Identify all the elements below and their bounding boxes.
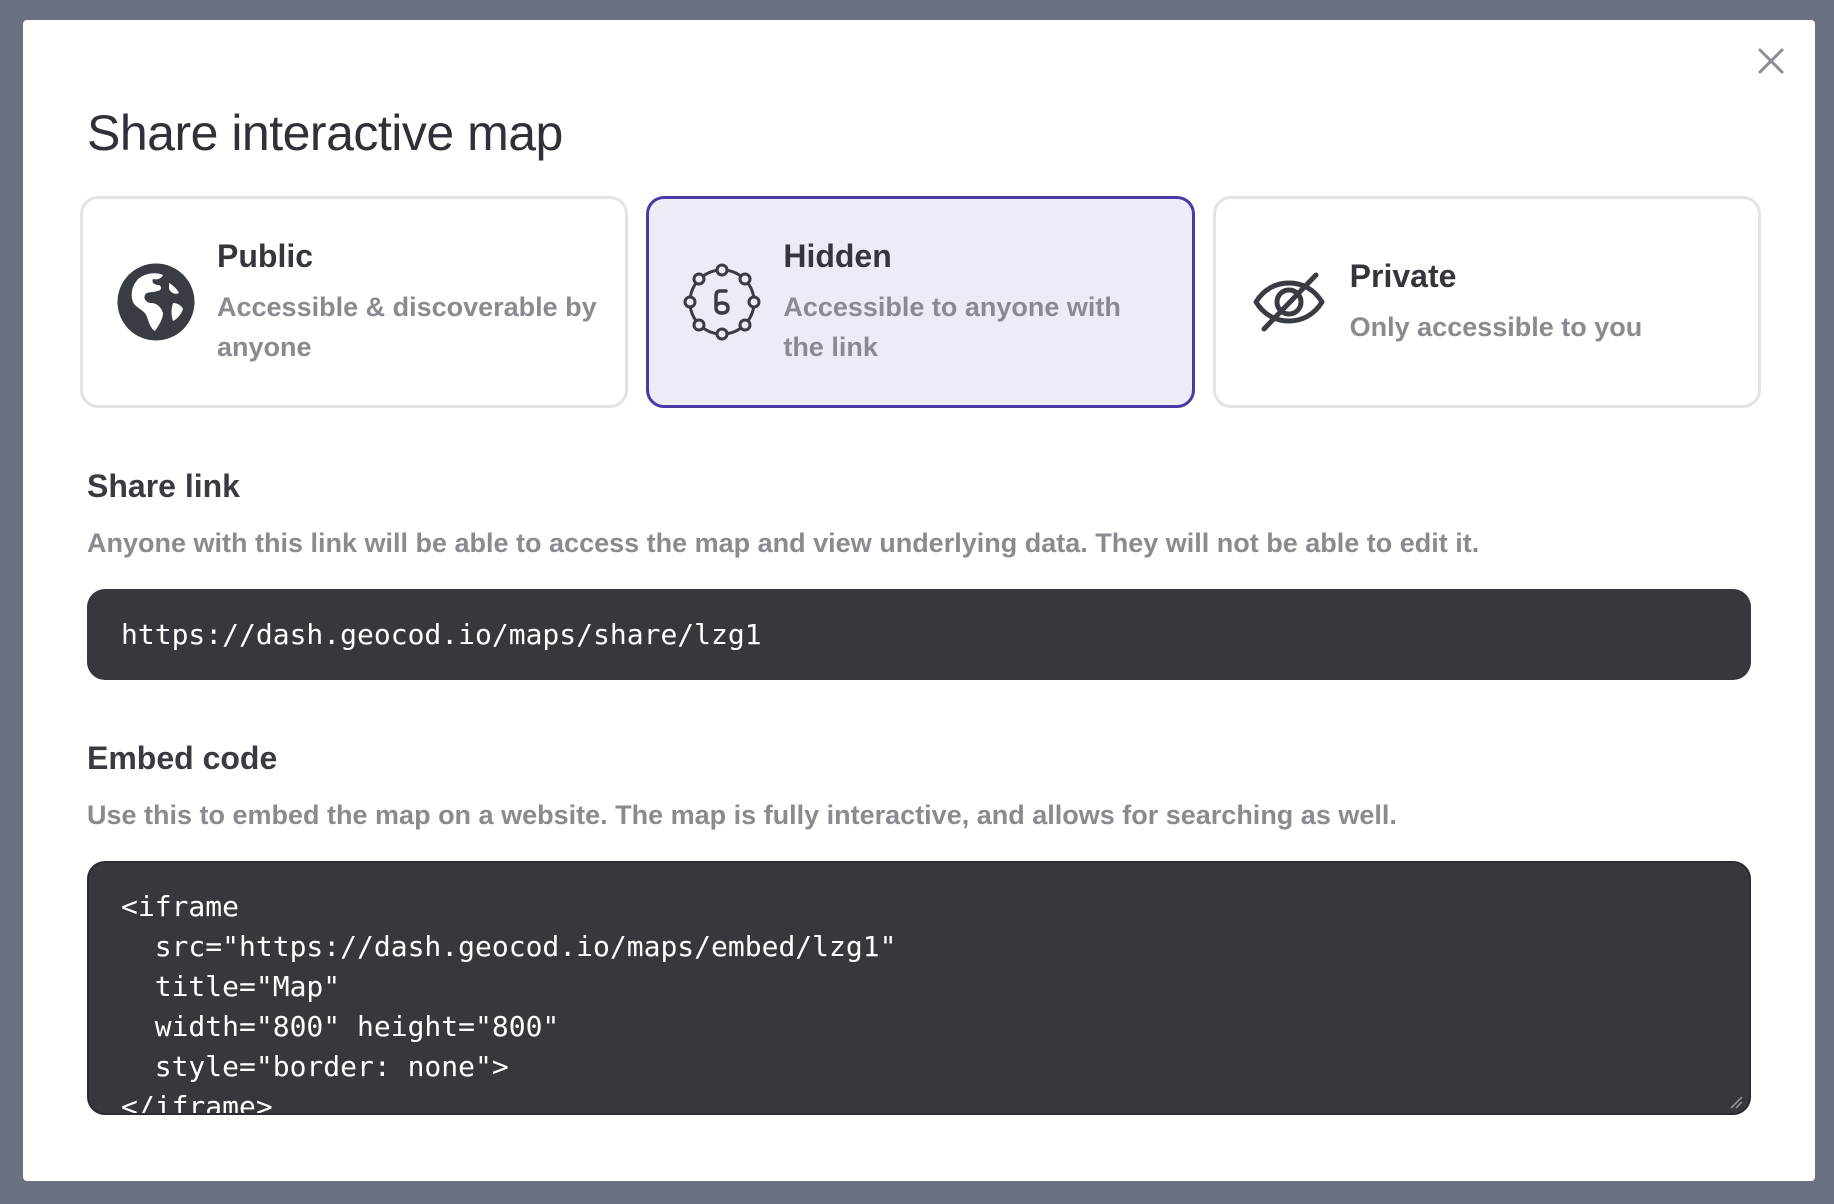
link-circle-icon bbox=[683, 263, 761, 341]
option-hidden-label: Hidden bbox=[783, 237, 892, 274]
option-public[interactable]: Public Accessible & discoverable by anyo… bbox=[80, 196, 629, 408]
option-private-description: Only accessible to you bbox=[1349, 311, 1643, 342]
option-private-label: Private bbox=[1349, 257, 1457, 294]
option-hidden-description: Accessible to anyone with the link bbox=[783, 291, 1121, 362]
option-hidden[interactable]: Hidden Accessible to anyone with the lin… bbox=[646, 196, 1195, 408]
share-link-field[interactable]: https://dash.geocod.io/maps/share/lzg1 bbox=[87, 589, 1751, 680]
visibility-options: Public Accessible & discoverable by anyo… bbox=[80, 196, 1761, 408]
globe-icon bbox=[117, 263, 195, 341]
resize-handle-icon[interactable] bbox=[1729, 1095, 1743, 1109]
eye-slash-icon bbox=[1250, 263, 1328, 341]
share-link-description: Anyone with this link will be able to ac… bbox=[87, 528, 1480, 558]
share-link-title: Share link bbox=[87, 468, 240, 504]
close-button[interactable] bbox=[1753, 43, 1789, 79]
modal-title: Share interactive map bbox=[87, 105, 563, 161]
embed-code-textarea[interactable]: <iframe src="https://dash.geocod.io/maps… bbox=[87, 861, 1751, 1115]
close-icon bbox=[1758, 48, 1784, 74]
embed-code-title: Embed code bbox=[87, 740, 278, 776]
embed-code-text: <iframe src="https://dash.geocod.io/maps… bbox=[121, 890, 897, 1115]
option-private[interactable]: Private Only accessible to you bbox=[1212, 196, 1761, 408]
embed-code-description: Use this to embed the map on a website. … bbox=[87, 800, 1397, 830]
share-modal: Share interactive map Public Accessible … bbox=[23, 20, 1815, 1181]
option-public-label: Public bbox=[217, 237, 314, 274]
option-public-description: Accessible & discoverable by anyone bbox=[217, 291, 597, 362]
